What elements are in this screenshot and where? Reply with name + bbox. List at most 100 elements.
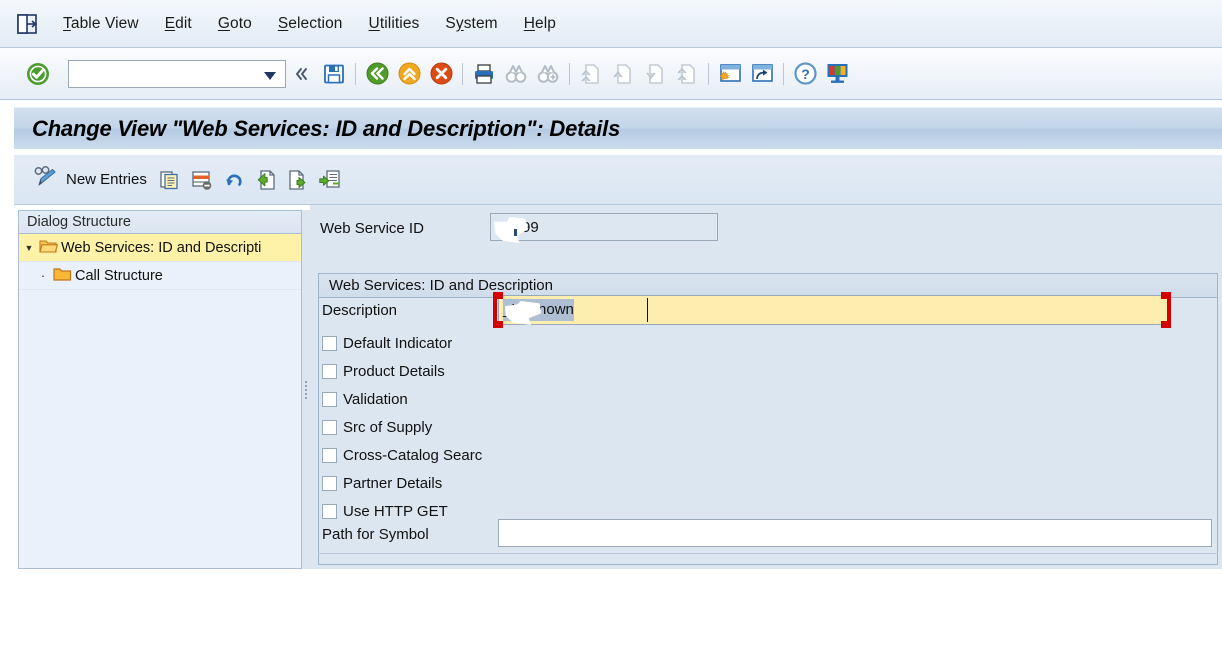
menu-edit[interactable]: Edit [152,11,205,37]
focus-bracket-top-right [1161,292,1171,299]
collapse-toolbar-button[interactable] [287,58,317,90]
description-label: Description [322,302,398,319]
checkbox-default-indicator-label: Default Indicator [343,335,453,352]
next-entry-icon[interactable] [282,163,314,197]
delete-row-icon[interactable] [186,163,218,197]
checkbox-product-details[interactable]: Product Details [322,363,445,380]
last-page-button[interactable] [672,58,702,90]
save-button[interactable] [319,58,349,90]
create-shortcut-button[interactable] [747,58,777,90]
customize-layout-button[interactable] [822,58,852,90]
menu-system-pre: S [445,14,456,32]
command-input[interactable] [74,65,260,82]
cancel-button[interactable] [426,58,456,90]
find-next-button[interactable] [533,58,563,90]
print-button[interactable] [469,58,499,90]
menu-goto-label: oto [229,14,252,32]
toolbar-separator [569,62,570,85]
menu-goto[interactable]: Goto [205,11,265,37]
toolbar-separator [783,62,784,85]
open-folder-icon [39,238,59,258]
focus-bracket-bottom-left [493,321,503,328]
panel-splitter[interactable] [302,210,310,569]
chevron-down-icon[interactable] [262,70,278,85]
tree-node-web-services[interactable]: ▼ Web Services: ID and Descripti [19,234,301,262]
dialog-structure-header: Dialog Structure [19,211,301,234]
page-title-area: Change View "Web Services: ID and Descri… [0,100,1222,152]
web-service-id-label: Web Service ID [320,220,424,237]
previous-entry-icon[interactable] [250,163,282,197]
menu-system-label: stem [463,14,498,32]
checkbox-box-icon[interactable] [322,476,337,491]
undo-arrow-icon[interactable] [218,163,250,197]
find-button[interactable] [501,58,531,90]
focus-bracket-bottom-right [1161,321,1171,328]
details-form: Web Service ID _9999 Web Services: ID an… [310,205,1222,569]
menu-help-label: elp [535,14,556,32]
checkbox-validation[interactable]: Validation [322,391,408,408]
checkbox-box-icon[interactable] [322,504,337,519]
menu-utilities[interactable]: Utilities [356,11,433,37]
menu-system-accel: y [455,14,464,32]
menu-selection-label: election [288,14,343,32]
first-page-button[interactable] [576,58,606,90]
redaction-overlay-dot [514,229,517,236]
checkbox-box-icon[interactable] [322,420,337,435]
checkbox-box-icon[interactable] [322,364,337,379]
menu-edit-accel: E [164,14,176,32]
checkbox-default-indicator[interactable]: Default Indicator [322,335,452,352]
menu-edit-label: dit [175,14,192,32]
checkbox-partner-details[interactable]: Partner Details [322,475,442,492]
checkbox-box-icon[interactable] [322,336,337,351]
menu-selection-accel: S [277,14,289,32]
checkbox-use-http-get[interactable]: Use HTTP GET [322,503,448,520]
checkbox-cross-catalog-search[interactable]: Cross-Catalog Searc [322,447,482,464]
menu-goto-accel: G [217,14,230,32]
copy-document-icon[interactable] [154,163,186,197]
green-check-enter-icon[interactable] [23,58,53,90]
path-for-symbol-label: Path for Symbol [322,526,429,543]
application-toolbar: New Entries [14,155,1222,205]
splitter-grip-icon [305,380,307,399]
focus-bracket-top-left [493,292,503,299]
sap-session-icon[interactable] [10,7,44,41]
exit-button[interactable] [394,58,424,90]
window-left-margin [0,100,14,569]
menu-table-view-label: able View [70,14,139,32]
menu-system[interactable]: System [432,11,510,37]
menu-utilities-label: tilities [379,14,420,32]
text-caret [647,298,648,322]
help-button[interactable]: ? [790,58,820,90]
new-entries-button[interactable]: New Entries [26,163,154,197]
menu-help-accel: H [523,14,535,32]
path-for-symbol-field[interactable] [498,519,1212,547]
menu-utilities-accel: U [368,14,380,32]
form-divider [318,553,1218,554]
new-entries-label: New Entries [66,171,147,188]
chevron-down-icon[interactable]: ▼ [19,243,39,253]
back-button[interactable] [362,58,392,90]
next-page-button[interactable] [640,58,670,90]
previous-page-button[interactable] [608,58,638,90]
checkbox-cross-catalog-search-label: Cross-Catalog Searc [343,447,483,464]
checkbox-use-http-get-label: Use HTTP GET [343,503,448,520]
tree-empty-area [19,290,301,647]
menu-table-view-accel: T [63,14,71,32]
path-for-symbol-input[interactable] [499,520,1211,546]
menu-help[interactable]: Help [511,11,569,37]
command-field[interactable] [68,59,286,88]
description-field[interactable]: _Unknown [498,295,1170,325]
tree-node-web-services-label: Web Services: ID and Descripti [61,239,262,256]
create-session-button[interactable] [715,58,745,90]
menu-table-view[interactable]: Table View [50,11,152,37]
other-entry-icon[interactable] [314,163,346,197]
toolbar-separator [708,62,709,85]
menu-selection[interactable]: Selection [265,11,356,37]
checkbox-box-icon[interactable] [322,392,337,407]
page-title-bar: Change View "Web Services: ID and Descri… [14,107,1222,149]
tree-node-call-structure[interactable]: · Call Structure [19,262,301,290]
toolbar-separator [462,62,463,85]
checkbox-src-of-supply-label: Src of Supply [343,419,433,436]
checkbox-box-icon[interactable] [322,448,337,463]
checkbox-src-of-supply[interactable]: Src of Supply [322,419,432,436]
